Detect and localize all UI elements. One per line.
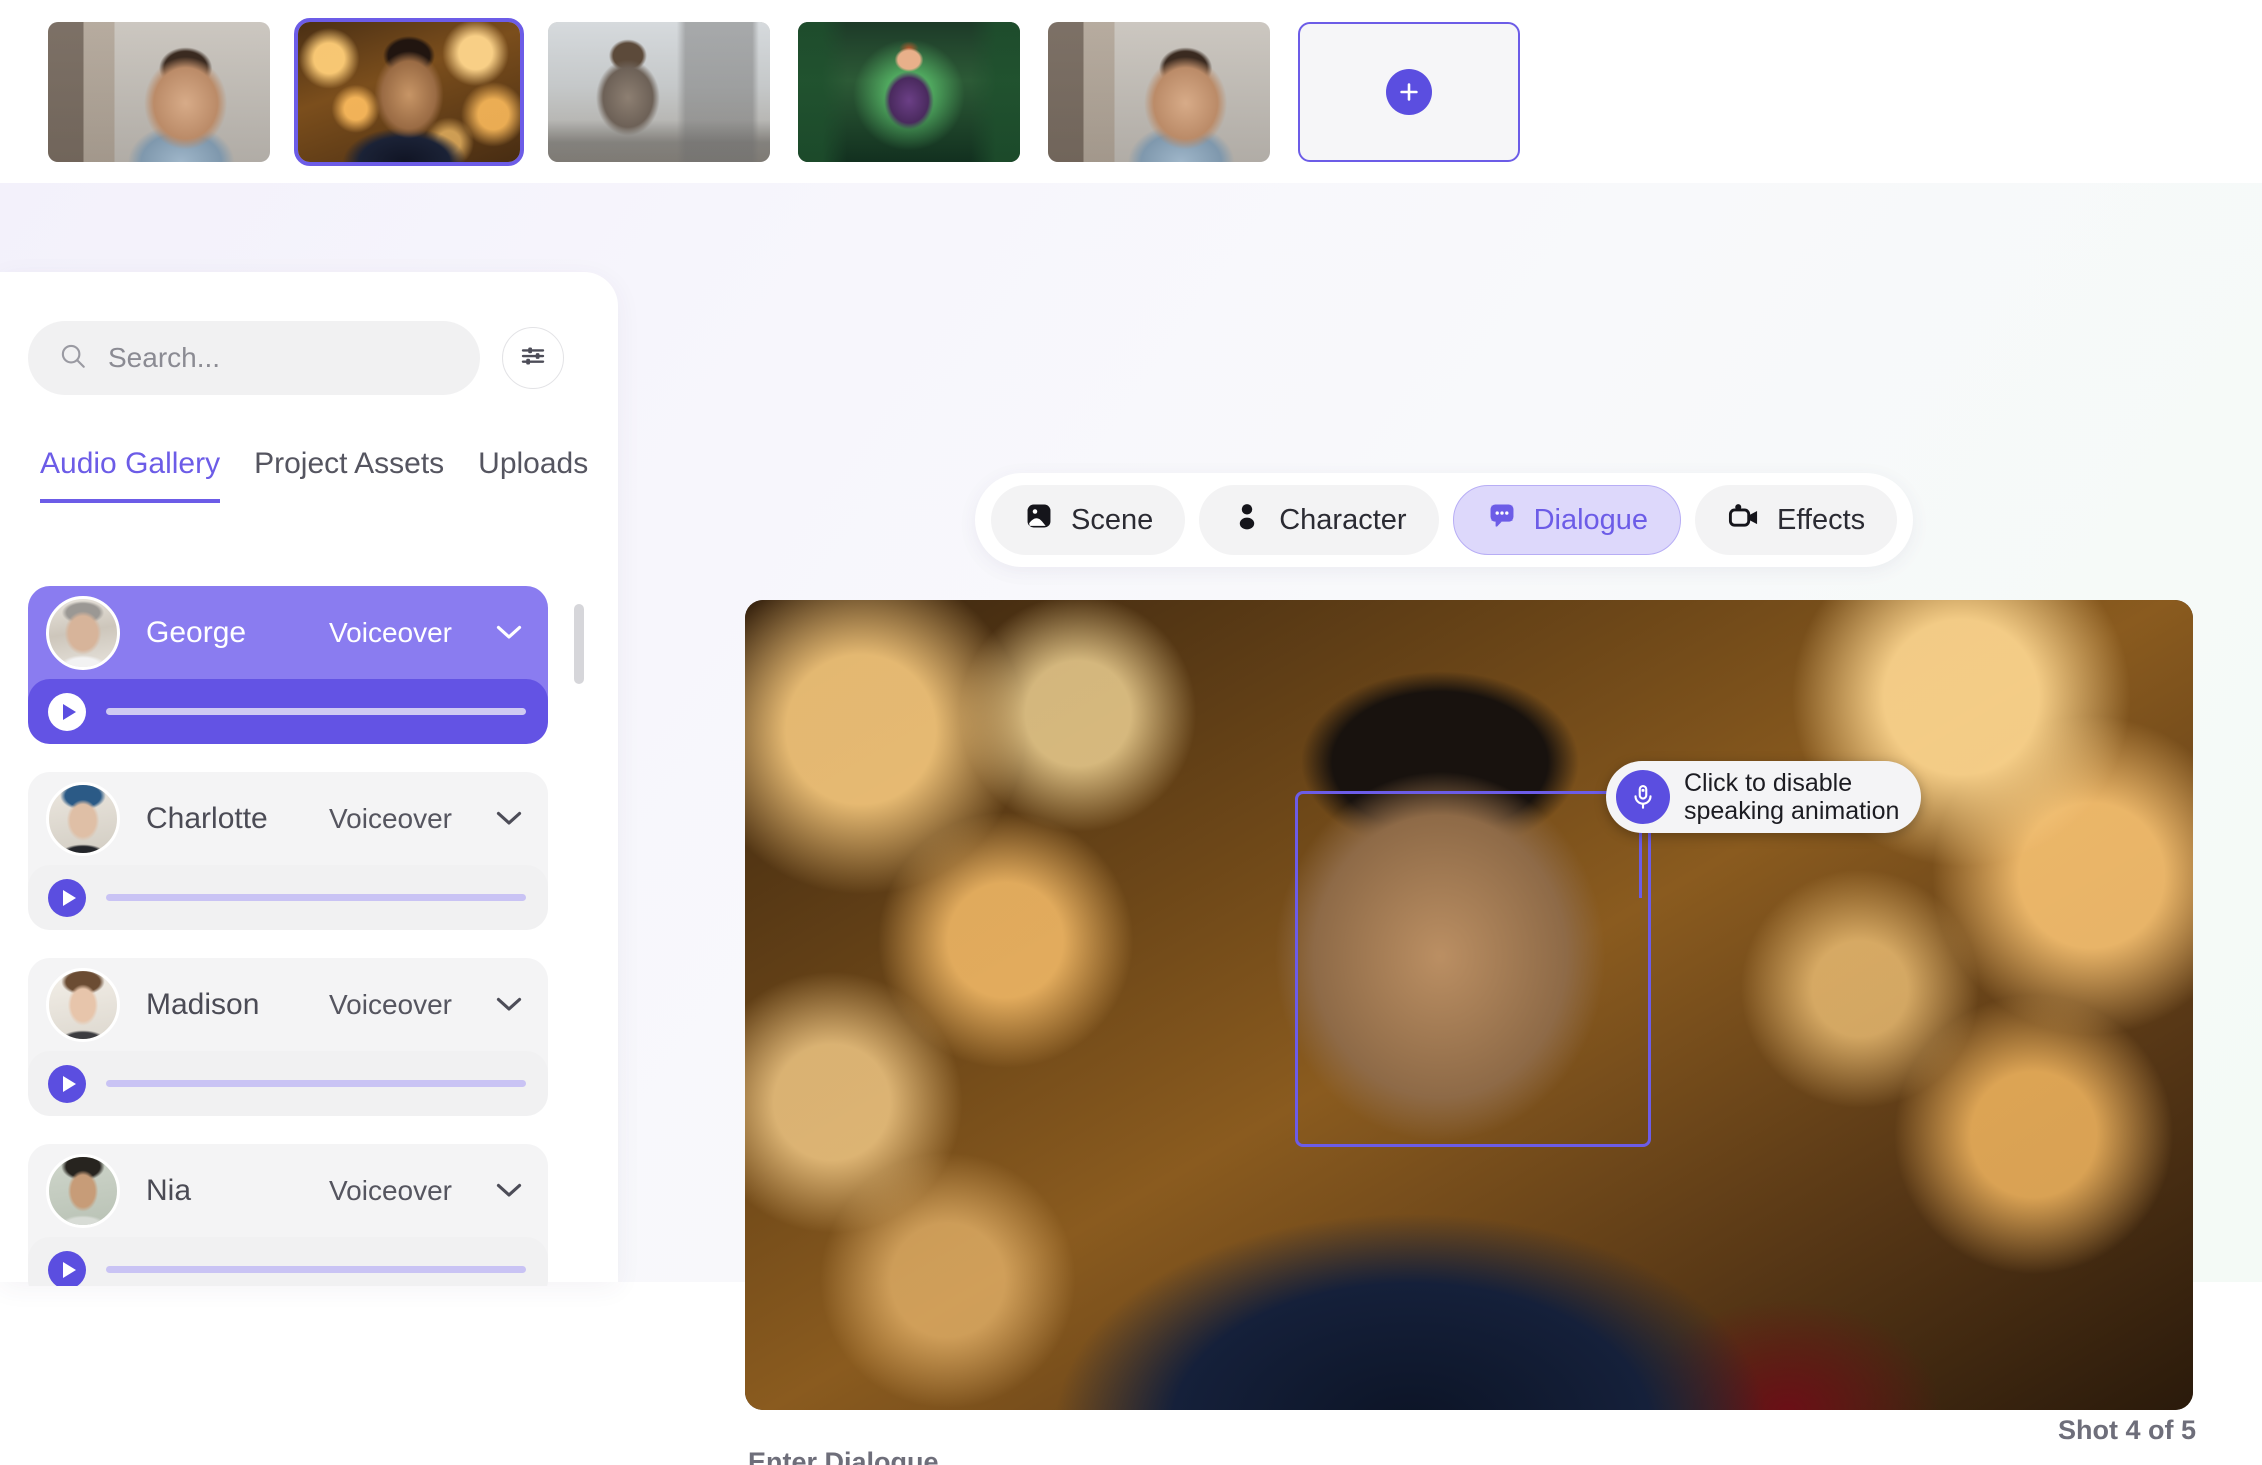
search-input[interactable] (108, 342, 450, 374)
add-shot-button[interactable] (1298, 22, 1520, 162)
shot-thumbnail-image (1048, 22, 1270, 162)
tab-uploads[interactable]: Uploads (478, 447, 588, 503)
play-icon[interactable] (48, 879, 86, 917)
voice-role: Voiceover (329, 803, 452, 835)
tab-dialogue[interactable]: Dialogue (1453, 485, 1681, 555)
tab-character[interactable]: Character (1199, 485, 1438, 555)
voice-name: Madison (146, 988, 303, 1022)
voice-role: Voiceover (329, 1175, 452, 1207)
voice-card-nia[interactable]: Nia Voiceover (28, 1144, 548, 1286)
face-selection-box[interactable] (1295, 791, 1651, 1147)
progress-track[interactable] (106, 1080, 526, 1087)
chevron-down-icon[interactable] (496, 1183, 522, 1198)
tab-project-assets[interactable]: Project Assets (254, 447, 444, 503)
search-box[interactable] (28, 321, 480, 395)
avatar (46, 1154, 120, 1228)
voice-list-scrollbar[interactable] (574, 604, 584, 684)
voice-card-charlotte[interactable]: Charlotte Voiceover (28, 772, 548, 930)
voice-player[interactable] (28, 1237, 548, 1286)
tab-label: Scene (1071, 504, 1153, 537)
filter-button[interactable] (502, 327, 564, 389)
avatar (46, 596, 120, 670)
voice-card-header[interactable]: Nia Voiceover (28, 1144, 548, 1237)
shot-thumbnail-strip (0, 0, 2262, 183)
voice-card-madison[interactable]: Madison Voiceover (28, 958, 548, 1116)
voice-list: George Voiceover (28, 586, 590, 1286)
voice-role: Voiceover (329, 617, 452, 649)
shot-thumbnail-3[interactable] (548, 22, 770, 162)
shot-thumbnail-2[interactable] (298, 22, 520, 162)
mode-tab-bar: Scene Character (975, 473, 1913, 567)
shot-thumbnail-image (48, 22, 270, 162)
shot-thumbnail-4[interactable] (798, 22, 1020, 162)
shot-thumbnail-image (298, 22, 520, 162)
assets-panel: Audio Gallery Project Assets Uploads Geo… (0, 272, 618, 1282)
chevron-down-icon[interactable] (496, 625, 522, 640)
play-icon[interactable] (48, 1251, 86, 1287)
voice-card-header[interactable]: George Voiceover (28, 586, 548, 679)
play-icon[interactable] (48, 1065, 86, 1103)
asset-tabs: Audio Gallery Project Assets Uploads (0, 395, 618, 503)
voice-card-george[interactable]: George Voiceover (28, 586, 548, 744)
tab-audio-gallery[interactable]: Audio Gallery (40, 447, 220, 503)
tooltip-connector (1639, 828, 1642, 898)
tab-label: Dialogue (1534, 504, 1648, 537)
voice-list-scroll: George Voiceover (28, 586, 568, 1286)
microphone-icon (1616, 770, 1670, 824)
tab-effects[interactable]: Effects (1695, 485, 1897, 555)
voice-card-header[interactable]: Charlotte Voiceover (28, 772, 548, 865)
editor-workspace: Audio Gallery Project Assets Uploads Geo… (0, 183, 2262, 1282)
person-icon (1231, 500, 1263, 540)
search-icon (58, 341, 88, 376)
shot-thumbnail-1[interactable] (48, 22, 270, 162)
play-icon[interactable] (48, 693, 86, 731)
avatar (46, 782, 120, 856)
tab-label: Effects (1777, 504, 1865, 537)
voice-name: Charlotte (146, 802, 303, 836)
tooltip-text: Click to disable speaking animation (1684, 769, 1899, 825)
shot-thumbnail-5[interactable] (1048, 22, 1270, 162)
chevron-down-icon[interactable] (496, 997, 522, 1012)
tab-label: Character (1279, 504, 1406, 537)
speech-icon (1486, 500, 1518, 540)
shot-thumbnail-image (548, 22, 770, 162)
progress-track[interactable] (106, 894, 526, 901)
voice-player[interactable] (28, 1051, 548, 1116)
plus-icon (1386, 69, 1432, 115)
voice-player[interactable] (28, 865, 548, 930)
voice-player[interactable] (28, 679, 548, 744)
voice-name: Nia (146, 1174, 303, 1208)
voice-name: George (146, 616, 303, 650)
image-icon (1023, 500, 1055, 540)
avatar (46, 968, 120, 1042)
video-cam-icon (1727, 500, 1761, 540)
search-row (0, 272, 618, 395)
voice-card-header[interactable]: Madison Voiceover (28, 958, 548, 1051)
progress-track[interactable] (106, 708, 526, 715)
chevron-down-icon[interactable] (496, 811, 522, 826)
voice-role: Voiceover (329, 989, 452, 1021)
progress-track[interactable] (106, 1266, 526, 1273)
dialogue-section-label: Enter Dialogue (748, 1447, 939, 1465)
shot-counter: Shot 4 of 5 (2058, 1415, 2196, 1446)
sliders-icon (518, 341, 548, 376)
tab-scene[interactable]: Scene (991, 485, 1185, 555)
shot-thumbnail-image (798, 22, 1020, 162)
speaking-animation-tooltip[interactable]: Click to disable speaking animation (1606, 761, 1921, 833)
